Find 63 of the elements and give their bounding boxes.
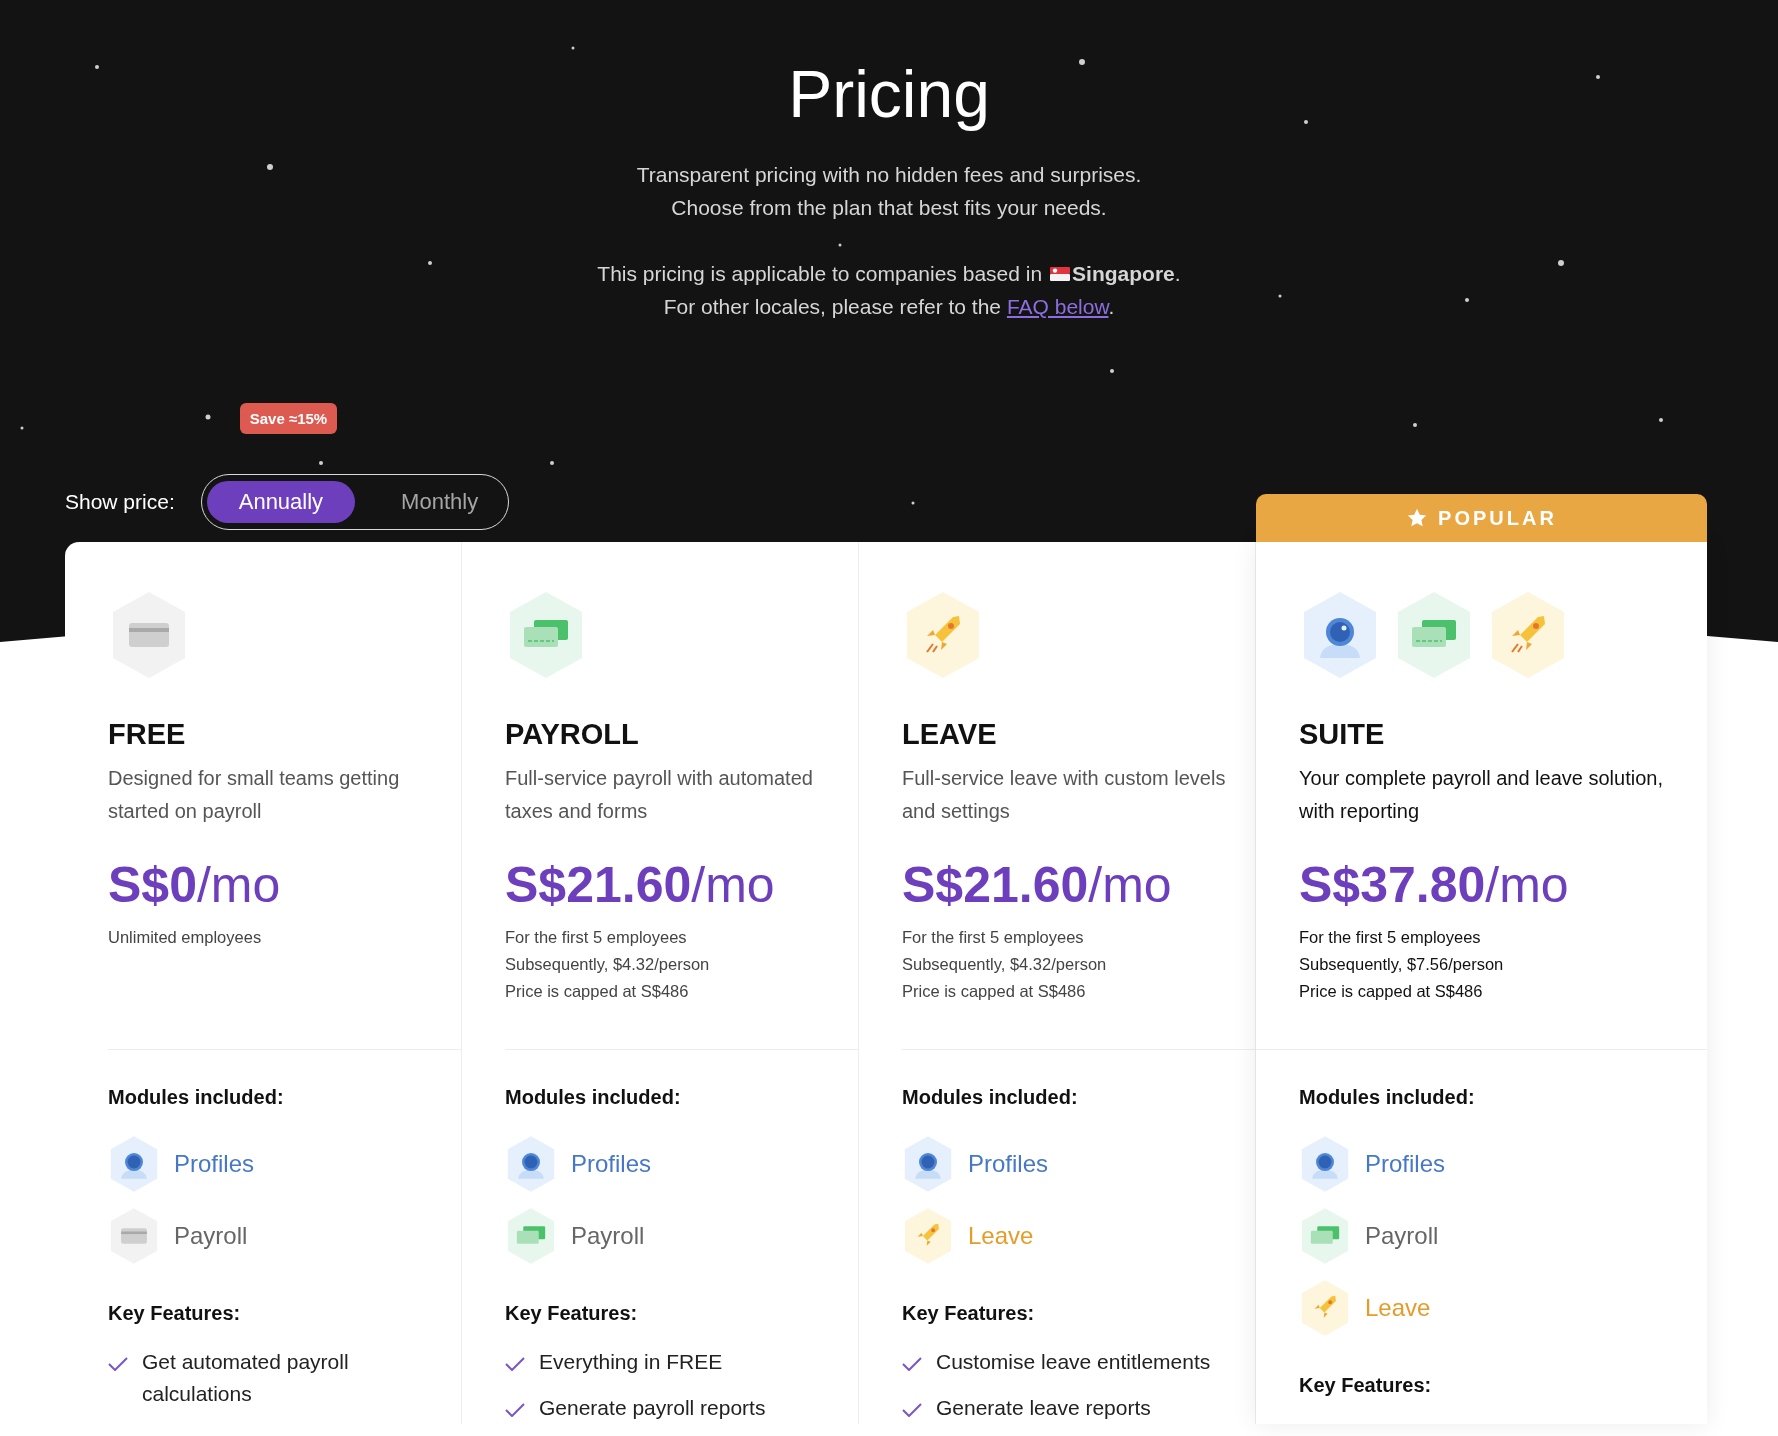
- module-name: Payroll: [571, 1222, 645, 1250]
- features-heading: Key Features:: [902, 1301, 1036, 1326]
- plan-description: Your complete payroll and leave solution, with reporting: [1299, 766, 1664, 824]
- check-icon: [505, 1403, 525, 1417]
- locale-text: This pricing is applicable to companies based in: [597, 261, 1043, 287]
- popular-label: POPULAR: [1438, 506, 1557, 530]
- plan-price: S$21.60/mo: [505, 856, 776, 915]
- price-note: For the first 5 employees: [902, 927, 1085, 948]
- plan-name: FREE: [108, 717, 187, 752]
- feature-text: Everything in FREE: [539, 1349, 723, 1375]
- module-name: Leave: [968, 1222, 1034, 1250]
- plan-name: LEAVE: [902, 717, 998, 752]
- module-name: Profiles: [174, 1150, 255, 1178]
- faq-link[interactable]: FAQ below: [1006, 295, 1109, 318]
- plan-description: Full-service payroll with automated taxes and forms: [505, 766, 814, 824]
- price-note: Unlimited employees: [108, 927, 263, 948]
- plan-description: Designed for small teams getting started on payroll: [108, 766, 401, 824]
- billing-option[interactable]: Monthly: [369, 481, 511, 523]
- plan-name: SUITE: [1299, 717, 1386, 752]
- modules-heading: Modules included:: [108, 1085, 285, 1110]
- features-heading: Key Features:: [108, 1301, 242, 1326]
- price-note: Subsequently, $7.56/person: [1299, 954, 1505, 975]
- modules-heading: Modules included:: [505, 1085, 682, 1110]
- price-note: Subsequently, $4.32/person: [505, 954, 711, 975]
- page-title: Pricing: [787, 56, 991, 133]
- feature-text: Customise leave entitlements: [936, 1349, 1211, 1375]
- billing-option[interactable]: Annually: [206, 481, 356, 523]
- country-name: Singapore.: [1072, 261, 1181, 287]
- feature-text: Generate payroll reports: [539, 1395, 766, 1421]
- check-icon: [505, 1357, 525, 1371]
- module-name: Payroll: [1365, 1222, 1439, 1250]
- feature-text: Generate leave reports: [936, 1395, 1151, 1421]
- price-note: Price is capped at S$486: [505, 981, 690, 1002]
- module-name: Leave: [1365, 1294, 1431, 1322]
- module-name: Profiles: [968, 1150, 1049, 1178]
- features-heading: Key Features:: [1299, 1373, 1433, 1398]
- check-icon: [902, 1357, 922, 1371]
- price-note: For the first 5 employees: [505, 927, 688, 948]
- check-icon: [108, 1357, 128, 1371]
- module-name: Profiles: [1365, 1150, 1446, 1178]
- check-icon: [902, 1403, 922, 1417]
- price-note: Price is capped at S$486: [1299, 981, 1484, 1002]
- savings-badge: Save ≈15%: [239, 403, 338, 434]
- intro-text: Transparent pricing with no hidden fees and surprises.: [635, 162, 1143, 188]
- price-note: Price is capped at S$486: [902, 981, 1087, 1002]
- module-name: Payroll: [174, 1222, 248, 1250]
- plan-price: S$21.60/mo: [902, 856, 1173, 915]
- features-heading: Key Features:: [505, 1301, 639, 1326]
- show-price-label: Show price:: [65, 490, 175, 514]
- price-note: Subsequently, $4.32/person: [902, 954, 1108, 975]
- flag-icon: [1050, 266, 1071, 281]
- modules-heading: Modules included:: [1299, 1085, 1476, 1110]
- plan-price: S$0/mo: [108, 856, 282, 915]
- price-note: For the first 5 employees: [1299, 927, 1482, 948]
- module-name: Profiles: [571, 1150, 652, 1178]
- modules-heading: Modules included:: [902, 1085, 1079, 1110]
- plan-price: S$37.80/mo: [1299, 856, 1570, 915]
- star-icon: [1406, 507, 1429, 529]
- feature-text: Get automated payroll calculations: [142, 1349, 350, 1407]
- plan-description: Full-service leave with custom levels and settings: [902, 766, 1227, 824]
- plan-name: PAYROLL: [505, 717, 640, 752]
- locale-note: For other locales, please refer to the FAQ below.: [662, 294, 1116, 320]
- intro-text: Choose from the plan that best fits your needs.: [670, 195, 1108, 221]
